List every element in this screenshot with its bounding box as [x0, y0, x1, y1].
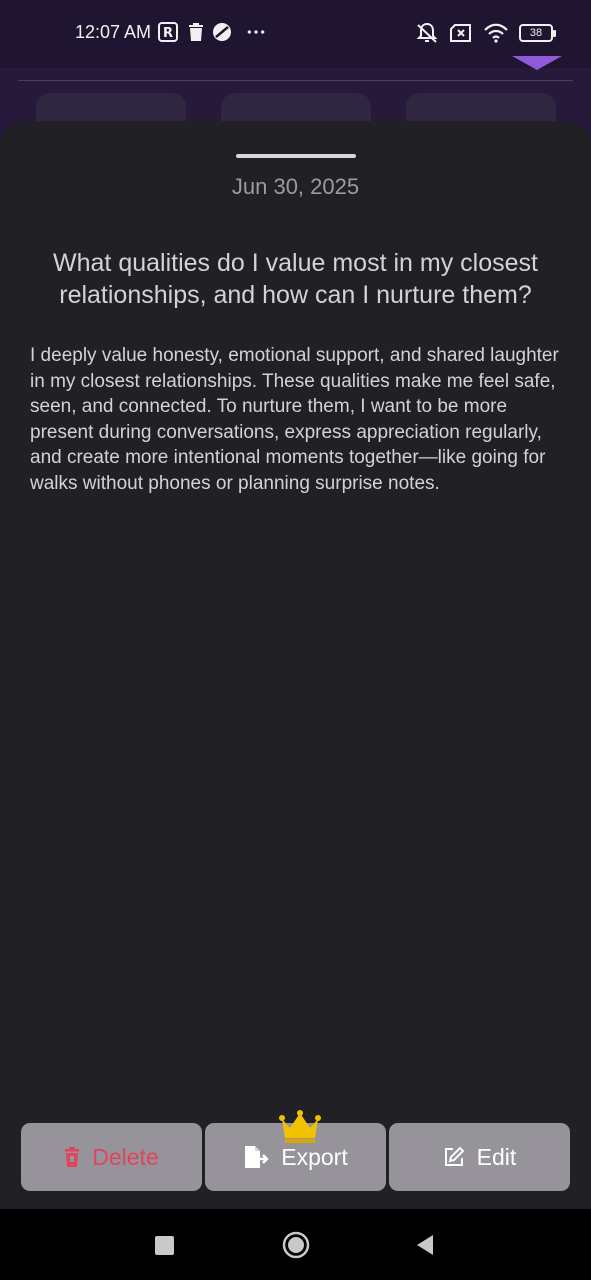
- delete-button-label: Delete: [92, 1143, 159, 1170]
- entry-question: What qualities do I value most in my clo…: [53, 249, 538, 309]
- drag-handle[interactable]: [236, 154, 356, 158]
- edit-button-label: Edit: [476, 1143, 517, 1170]
- mute-icon: [416, 22, 438, 43]
- r-badge-icon: R: [158, 22, 178, 42]
- wifi-icon: [484, 23, 508, 43]
- action-bar: Delete Export Edit: [21, 1110, 570, 1191]
- recents-square-icon[interactable]: [155, 1236, 174, 1255]
- entry-detail-sheet: Jun 30, 2025 What qualities do I value m…: [0, 121, 591, 1209]
- export-button-label: Export: [281, 1143, 348, 1170]
- file-export-icon: [245, 1146, 270, 1168]
- home-circle-icon[interactable]: [282, 1231, 310, 1259]
- battery-icon: 38: [519, 24, 556, 42]
- entry-date: Jun 30, 2025: [231, 174, 360, 199]
- svg-text:R: R: [163, 26, 173, 41]
- trash-icon: [189, 23, 203, 41]
- back-triangle-icon[interactable]: [415, 1234, 435, 1256]
- crown-icon: [279, 1110, 321, 1143]
- status-time: 12:07 AM: [75, 22, 152, 42]
- system-nav-bar: [0, 1209, 591, 1280]
- background-divider: [18, 80, 573, 81]
- status-bar: 12:07 AM R 38: [0, 0, 591, 68]
- delete-button[interactable]: Delete: [21, 1123, 202, 1191]
- no-sim-icon: [450, 24, 471, 42]
- more-icon: [247, 30, 265, 34]
- entry-answer: I deeply value honesty, emotional suppor…: [30, 345, 559, 494]
- edit-button[interactable]: Edit: [389, 1123, 570, 1191]
- globe-icon: [213, 23, 231, 41]
- screen: 12:07 AM R 38 Jun 30, 2025 What qualitie…: [0, 0, 591, 1280]
- status-right-group: 38: [415, 22, 556, 44]
- trash-icon: [65, 1147, 80, 1167]
- edit-icon: [444, 1146, 465, 1166]
- background-dropdown-indicator: [512, 56, 562, 70]
